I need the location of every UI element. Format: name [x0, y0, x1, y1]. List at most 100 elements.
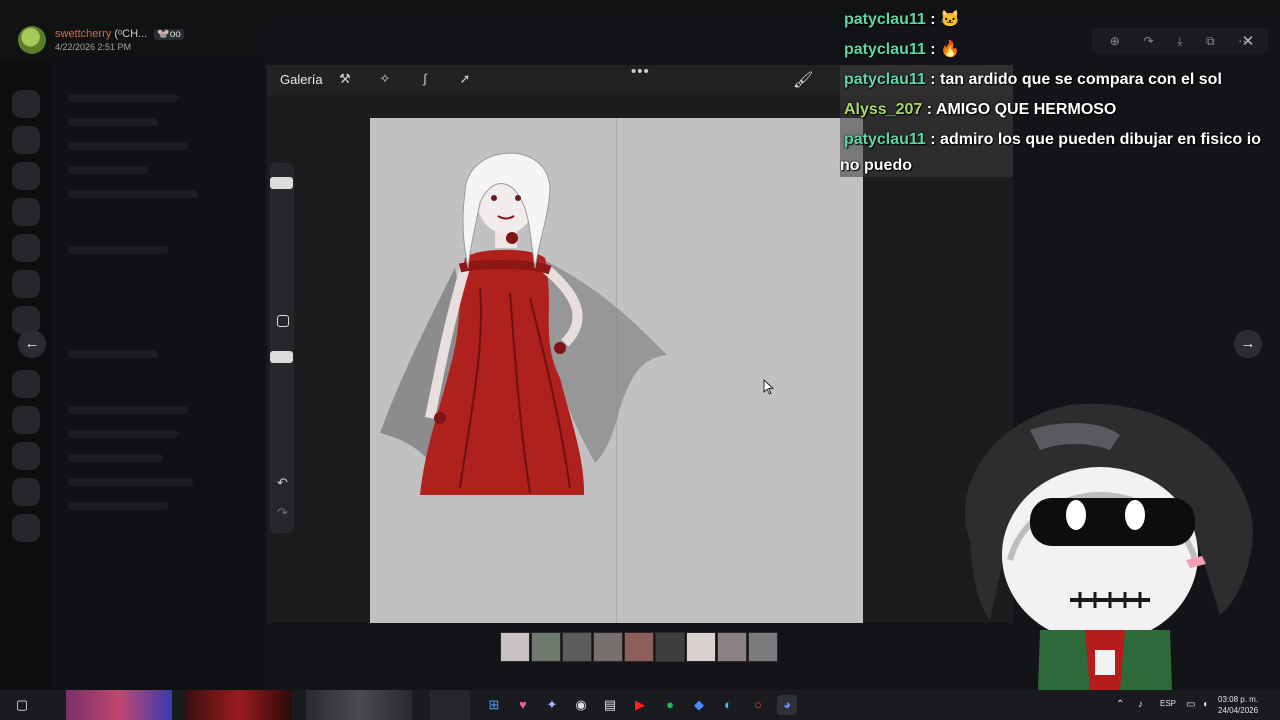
- chat-separator: :: [925, 71, 941, 88]
- clock-date: 24/04/2026: [1218, 706, 1259, 715]
- chat-separator: :: [925, 11, 941, 28]
- chat-separator: :: [925, 41, 941, 58]
- taskbar-preview[interactable]: [430, 690, 470, 720]
- server-icon: [12, 514, 40, 542]
- channel-placeholder: [68, 502, 168, 510]
- server-list: [0, 60, 50, 690]
- thumbnail[interactable]: [624, 632, 654, 662]
- mouse-cursor-icon: [763, 379, 775, 395]
- thumbnail[interactable]: [562, 632, 592, 662]
- drawing-canvas[interactable]: [370, 118, 863, 623]
- uploader-info: swettcherry (ᵒCH... 🐭oo 4/22/2026 2:51 P…: [18, 26, 184, 54]
- adjust-icon[interactable]: ✧: [377, 71, 393, 87]
- taskbar-preview[interactable]: [66, 690, 172, 720]
- youtube-icon[interactable]: ▶: [630, 695, 650, 715]
- character-drawing: [380, 152, 667, 495]
- taskbar-preview[interactable]: [186, 690, 292, 720]
- windows-start-icon[interactable]: ⊞: [484, 695, 504, 715]
- server-icon: [12, 162, 40, 190]
- spotify-icon[interactable]: ●: [660, 695, 680, 715]
- selection-icon[interactable]: ʃ: [417, 71, 433, 87]
- server-icon: [12, 126, 40, 154]
- taskbar-preview[interactable]: [306, 690, 412, 720]
- chat-user: Alyss_207: [844, 101, 923, 118]
- network-icon[interactable]: ▭: [1186, 699, 1195, 710]
- app-icon[interactable]: ✦: [542, 695, 562, 715]
- opera-icon[interactable]: ○: [748, 695, 768, 715]
- chat-text: 🔥: [940, 41, 960, 58]
- opacity-slider[interactable]: [270, 351, 293, 363]
- thumbnail[interactable]: [531, 632, 561, 662]
- chat-text: tan ardido que se compara con el sol: [940, 71, 1222, 88]
- channel-placeholder: [68, 430, 178, 438]
- uploader-names: swettcherry (ᵒCH... 🐭oo 4/22/2026 2:51 P…: [55, 28, 184, 52]
- thumbnail[interactable]: [655, 632, 685, 662]
- channel-placeholder: [68, 454, 163, 462]
- chat-user: patyclau11: [844, 131, 926, 148]
- undo-icon[interactable]: ↶: [277, 475, 288, 491]
- channel-placeholder: [68, 190, 198, 198]
- brush-icon[interactable]: 🖌: [793, 70, 813, 90]
- obs-icon[interactable]: ◉: [571, 695, 591, 715]
- avatar[interactable]: [18, 26, 46, 54]
- app-icon[interactable]: ◆: [689, 695, 709, 715]
- chat-message: patyclau11 : 🔥: [840, 35, 1280, 65]
- brush-size-slider[interactable]: [270, 177, 293, 189]
- channel-placeholder: [68, 142, 188, 150]
- uploader-username: swettcherry: [55, 28, 112, 40]
- thumbnail[interactable]: [593, 632, 623, 662]
- thumbnail[interactable]: [686, 632, 716, 662]
- app-icon[interactable]: ♥: [513, 695, 533, 715]
- transform-icon[interactable]: ➚: [457, 71, 473, 87]
- wrench-icon[interactable]: ⚒: [337, 71, 353, 87]
- uploader-badge: 🐭oo: [154, 29, 184, 40]
- stream-chat: patyclau11 : 🐱 patyclau11 : 🔥 patyclau11…: [840, 5, 1280, 179]
- thumbnail[interactable]: [748, 632, 778, 662]
- uploader-tag: (ᵒCH...: [114, 28, 148, 40]
- chat-separator: :: [925, 131, 941, 148]
- chat-message: Alyss_207 : AMIGO QUE HERMOSO: [840, 95, 1280, 125]
- edge-icon[interactable]: ◐: [718, 695, 738, 715]
- procreate-sidebar: ↶ ↷: [270, 163, 294, 533]
- upload-date: 4/22/2026 2:51 PM: [55, 42, 132, 52]
- chat-separator: :: [922, 101, 936, 118]
- server-icon: [12, 370, 40, 398]
- server-icon: [12, 198, 40, 226]
- task-view-icon[interactable]: ▢: [12, 695, 32, 715]
- redo-icon[interactable]: ↷: [277, 505, 288, 521]
- app-icon[interactable]: ▤: [600, 695, 620, 715]
- server-icon: [12, 270, 40, 298]
- chat-user: patyclau11: [844, 71, 926, 88]
- discord-icon[interactable]: ◕: [777, 695, 797, 715]
- channel-placeholder: [68, 246, 168, 254]
- thumbnail-strip: [500, 632, 778, 662]
- server-icon: [12, 90, 40, 118]
- channel-placeholder: [68, 94, 178, 102]
- volume-icon[interactable]: ◖: [1202, 699, 1208, 710]
- arrow-right-icon[interactable]: →: [1234, 330, 1262, 358]
- clock-time: 03:08 p. m.: [1218, 695, 1259, 704]
- chat-message: patyclau11 : admiro los que pueden dibuj…: [840, 125, 1280, 179]
- gallery-button[interactable]: Galería: [280, 72, 323, 87]
- server-icon: [12, 478, 40, 506]
- screen: swettcherry (ᵒCH... 🐭oo 4/22/2026 2:51 P…: [0, 0, 1280, 720]
- channel-placeholder: [68, 118, 158, 126]
- input-language[interactable]: ESP: [1160, 699, 1176, 708]
- channel-placeholder: [68, 478, 193, 486]
- arrow-left-icon[interactable]: ←: [18, 330, 46, 358]
- system-clock[interactable]: 03:08 p. m. 24/04/2026: [1218, 694, 1258, 716]
- thumbnail[interactable]: [717, 632, 747, 662]
- tray-chevron-icon[interactable]: ⌃: [1116, 699, 1124, 710]
- server-icon: [12, 442, 40, 470]
- more-menu-icon[interactable]: •••: [631, 63, 650, 80]
- server-icon: [12, 234, 40, 262]
- channel-placeholder: [68, 166, 148, 174]
- microphone-icon[interactable]: ♪: [1138, 699, 1143, 710]
- chat-text: 🐱: [940, 11, 960, 28]
- streamer-mascot: [964, 403, 1253, 690]
- chat-user: patyclau11: [844, 41, 926, 58]
- thumbnail[interactable]: [500, 632, 530, 662]
- modify-button[interactable]: [277, 315, 289, 327]
- channel-list: [50, 60, 265, 690]
- uploader-name[interactable]: swettcherry (ᵒCH... 🐭oo: [55, 28, 184, 40]
